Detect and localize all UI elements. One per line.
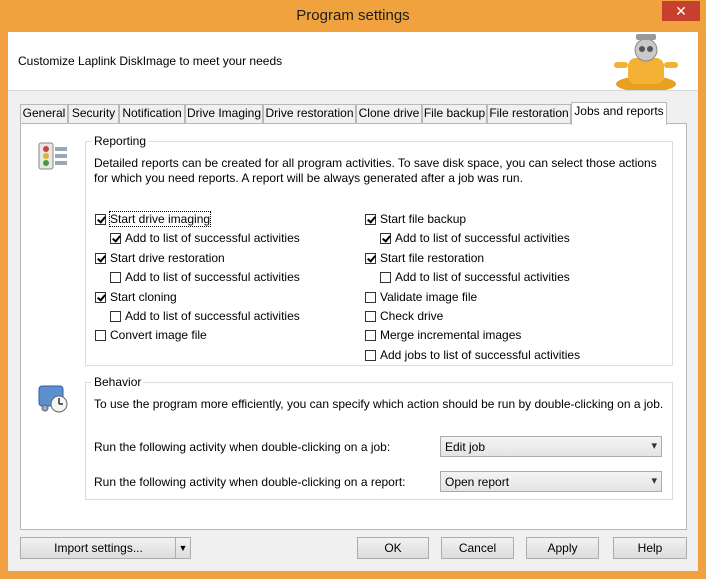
- checkbox-box[interactable]: [365, 310, 376, 322]
- checkbox-box[interactable]: [95, 329, 106, 341]
- checkbox-box[interactable]: [95, 213, 106, 225]
- double-click-report-label: Run the following activity when double-c…: [94, 475, 406, 489]
- cancel-button[interactable]: Cancel: [441, 537, 514, 559]
- tab-clone-drive[interactable]: Clone drive: [356, 104, 422, 123]
- checkbox-box[interactable]: [365, 349, 376, 361]
- behavior-group-title: Behavior: [92, 375, 144, 389]
- tab-drive-imaging[interactable]: Drive Imaging: [185, 104, 263, 123]
- start-file-restoration-checkbox[interactable]: Start file restoration: [365, 250, 484, 266]
- checkbox-box[interactable]: [95, 291, 106, 303]
- ok-button[interactable]: OK: [357, 537, 429, 559]
- checkbox-box[interactable]: [365, 213, 376, 225]
- reporting-description: Detailed reports can be created for all …: [94, 156, 657, 185]
- convert-image-file-checkbox[interactable]: Convert image file: [95, 327, 207, 343]
- file-restoration-add-to-list-checkbox[interactable]: Add to list of successful activities: [380, 269, 570, 285]
- help-button[interactable]: Help: [613, 537, 687, 559]
- double-click-job-label: Run the following activity when double-c…: [94, 440, 391, 454]
- tab-file-backup[interactable]: File backup: [422, 104, 487, 123]
- checkbox-box[interactable]: [365, 252, 376, 264]
- import-settings-button[interactable]: Import settings... ▼: [20, 537, 191, 559]
- banner-text: Customize Laplink DiskImage to meet your…: [18, 54, 283, 68]
- window-title: Program settings: [296, 7, 410, 24]
- checkbox-box[interactable]: [365, 291, 376, 303]
- import-settings-label: Import settings...: [54, 541, 143, 555]
- title-bar[interactable]: Program settings ✕: [0, 0, 706, 32]
- report-list-icon: [38, 142, 67, 170]
- jobs-and-reports-panel: Reporting Detailed reports can be create…: [20, 123, 687, 530]
- start-file-backup-checkbox[interactable]: Start file backup: [365, 211, 466, 227]
- start-cloning-checkbox[interactable]: Start cloning: [95, 289, 177, 305]
- checkbox-box[interactable]: [95, 252, 106, 264]
- checkbox-box[interactable]: [110, 271, 121, 283]
- behavior-group: Behavior To use the program more efficie…: [85, 375, 673, 500]
- header-banner: Customize Laplink DiskImage to meet your…: [8, 32, 698, 91]
- chevron-down-icon[interactable]: ▼: [175, 538, 190, 558]
- tab-security[interactable]: Security: [68, 104, 119, 123]
- checkbox-box[interactable]: [365, 329, 376, 341]
- apply-button[interactable]: Apply: [526, 537, 599, 559]
- double-click-report-select[interactable]: Open report ▾: [440, 471, 662, 492]
- robot-mascot-icon: [614, 34, 678, 90]
- cloning-add-to-list-checkbox[interactable]: Add to list of successful activities: [110, 308, 300, 324]
- reporting-group-title: Reporting: [92, 134, 149, 148]
- drive-restoration-add-to-list-checkbox[interactable]: Add to list of successful activities: [110, 269, 300, 285]
- tab-notification[interactable]: Notification: [119, 104, 185, 123]
- drive-imaging-add-to-list-checkbox[interactable]: Add to list of successful activities: [110, 230, 300, 246]
- checkbox-box[interactable]: [380, 271, 391, 283]
- close-button[interactable]: ✕: [662, 1, 700, 21]
- merge-incremental-images-checkbox[interactable]: Merge incremental images: [365, 327, 521, 343]
- chevron-down-icon: ▾: [651, 475, 657, 487]
- checkbox-box[interactable]: [110, 310, 121, 322]
- file-backup-add-to-list-checkbox[interactable]: Add to list of successful activities: [380, 230, 570, 246]
- chevron-down-icon: ▾: [651, 440, 657, 452]
- client-area: Customize Laplink DiskImage to meet your…: [8, 32, 698, 571]
- checkbox-box[interactable]: [380, 232, 391, 244]
- behavior-description: To use the program more efficiently, you…: [94, 397, 664, 411]
- tab-general[interactable]: General: [20, 104, 68, 123]
- start-drive-imaging-checkbox[interactable]: Start drive imaging: [95, 211, 212, 227]
- validate-image-file-checkbox[interactable]: Validate image file: [365, 289, 477, 305]
- reporting-group: Reporting Detailed reports can be create…: [85, 134, 673, 366]
- start-drive-restoration-checkbox[interactable]: Start drive restoration: [95, 250, 225, 266]
- clock-settings-icon: [38, 385, 68, 413]
- check-drive-checkbox[interactable]: Check drive: [365, 308, 443, 324]
- tab-drive-restoration[interactable]: Drive restoration: [263, 104, 356, 123]
- tab-file-restoration[interactable]: File restoration: [487, 104, 571, 123]
- checkbox-box[interactable]: [110, 232, 121, 244]
- program-settings-window: Program settings ✕ Customize Laplink Dis…: [0, 0, 706, 579]
- add-jobs-to-list-checkbox[interactable]: Add jobs to list of successful activitie…: [365, 347, 580, 363]
- tab-jobs-and-reports[interactable]: Jobs and reports: [571, 102, 667, 125]
- double-click-job-select[interactable]: Edit job ▾: [440, 436, 662, 457]
